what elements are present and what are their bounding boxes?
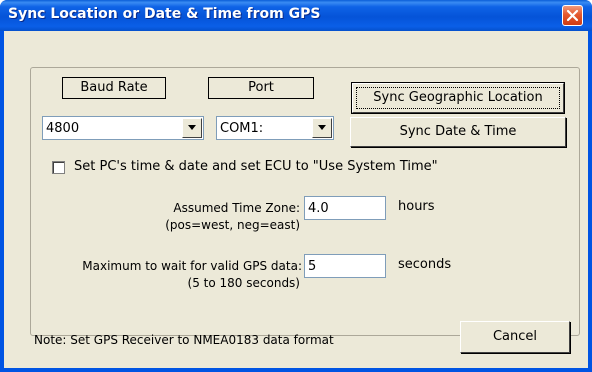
system-time-checkbox[interactable] xyxy=(52,161,65,174)
title-bar[interactable]: Sync Location or Date & Time from GPS xyxy=(0,0,592,31)
timezone-value: 4.0 xyxy=(308,201,329,216)
window-title: Sync Location or Date & Time from GPS xyxy=(8,6,321,22)
dialog-window: Sync Location or Date & Time from GPS Ba… xyxy=(0,0,592,372)
max-wait-label: Maximum to wait for valid GPS data: xyxy=(82,259,302,273)
baud-rate-select[interactable]: 4800 xyxy=(42,116,204,140)
chevron-down-icon xyxy=(318,125,326,130)
timezone-input[interactable]: 4.0 xyxy=(304,196,386,220)
max-wait-value: 5 xyxy=(308,259,317,274)
timezone-unit: hours xyxy=(398,199,435,214)
baud-rate-dropdown-button[interactable] xyxy=(182,118,202,138)
system-time-checkbox-label[interactable]: Set PC's time & date and set ECU to "Use… xyxy=(74,159,438,174)
cancel-button[interactable]: Cancel xyxy=(460,321,570,353)
baud-rate-label: Baud Rate xyxy=(62,77,166,99)
chevron-down-icon xyxy=(188,125,196,130)
max-wait-unit: seconds xyxy=(398,257,452,272)
port-value: COM1: xyxy=(220,121,264,136)
port-label: Port xyxy=(208,77,314,99)
dialog-body: Baud Rate 4800 Port COM1: Sync Geographi… xyxy=(4,31,588,368)
sync-location-button[interactable]: Sync Geographic Location xyxy=(351,82,565,114)
close-button[interactable] xyxy=(562,5,583,26)
sync-location-label: Sync Geographic Location xyxy=(373,90,543,105)
timezone-hint: (pos=west, neg=east) xyxy=(165,218,300,232)
max-wait-input[interactable]: 5 xyxy=(304,254,386,278)
close-icon xyxy=(566,9,579,22)
baud-rate-value: 4800 xyxy=(46,121,80,136)
sync-datetime-button[interactable]: Sync Date & Time xyxy=(350,117,566,147)
port-select[interactable]: COM1: xyxy=(216,116,334,140)
timezone-label: Assumed Time Zone: xyxy=(173,201,300,215)
sync-datetime-label: Sync Date & Time xyxy=(399,124,517,139)
max-wait-hint: (5 to 180 seconds) xyxy=(187,276,300,290)
nmea-note: Note: Set GPS Receiver to NMEA0183 data … xyxy=(34,333,334,347)
port-dropdown-button[interactable] xyxy=(312,118,332,138)
cancel-label: Cancel xyxy=(492,329,538,344)
